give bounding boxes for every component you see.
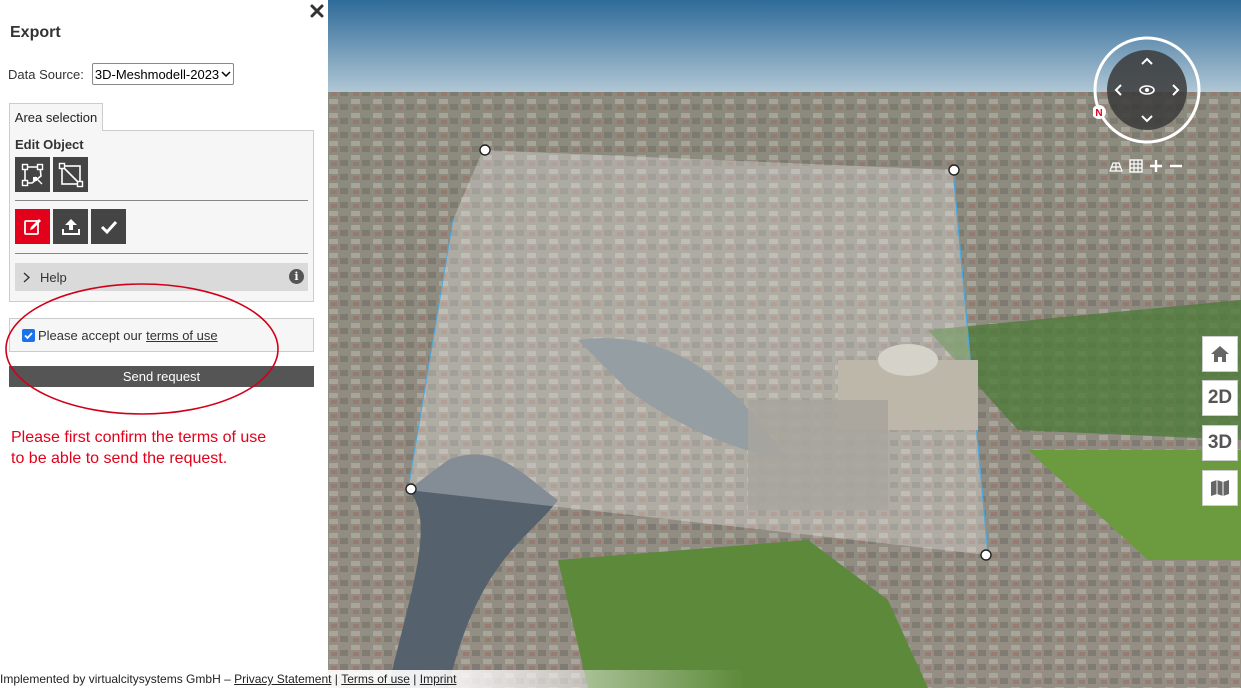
footer-credit: Implemented by virtualcitysystems GmbH – xyxy=(0,672,235,686)
upload-button[interactable] xyxy=(53,209,88,244)
view-3d-button[interactable]: 3D xyxy=(1202,425,1238,461)
upload-icon xyxy=(61,218,80,235)
separator xyxy=(15,200,308,201)
data-source-label: Data Source: xyxy=(8,66,84,82)
grid-icon[interactable] xyxy=(1128,158,1144,174)
draw-polygon-button[interactable] xyxy=(15,157,50,192)
chevron-down-icon xyxy=(221,71,231,78)
info-icon: i xyxy=(289,269,304,284)
polygon-draw-icon xyxy=(21,163,43,186)
draw-rectangle-button[interactable] xyxy=(53,157,88,192)
edit-icon xyxy=(23,218,41,235)
privacy-statement-link[interactable]: Privacy Statement xyxy=(234,672,331,686)
export-panel: Export Data Source: 3D-Meshmodell-2023 A… xyxy=(0,0,328,668)
panel-title: Export xyxy=(10,24,61,41)
tilt-icon[interactable] xyxy=(1108,158,1124,174)
checkmark-icon xyxy=(100,220,117,234)
edit-object-label: Edit Object xyxy=(15,137,84,152)
confirm-button[interactable] xyxy=(91,209,126,244)
home-icon xyxy=(1211,346,1229,362)
compass-north-label: N xyxy=(1095,108,1102,119)
map-tools xyxy=(1108,158,1184,174)
annotation-text: Please first confirm the terms of use to… xyxy=(11,427,311,469)
data-source-value: 3D-Meshmodell-2023 xyxy=(94,66,220,82)
annotation-line-2: to be able to send the request. xyxy=(11,450,228,467)
tab-area-selection[interactable]: Area selection xyxy=(9,103,103,131)
rectangle-draw-icon xyxy=(58,162,83,187)
map-layers-button[interactable] xyxy=(1202,470,1238,506)
footer-separator: | xyxy=(409,672,420,686)
view-2d-button[interactable]: 2D xyxy=(1202,380,1238,416)
close-icon[interactable] xyxy=(309,3,325,19)
map-3d-view[interactable]: N 2D 3D xyxy=(328,0,1241,688)
annotation-ellipse xyxy=(5,283,279,415)
zoom-in-icon[interactable] xyxy=(1148,158,1164,174)
footer-separator: | xyxy=(331,672,342,686)
annotation-line-1: Please first confirm the terms of use xyxy=(11,429,267,446)
chevron-right-icon xyxy=(23,271,30,283)
map-icon xyxy=(1211,480,1229,496)
navigation-compass[interactable]: N xyxy=(1093,36,1201,144)
area-selection-content: Edit Object Help i xyxy=(9,130,314,302)
zoom-out-icon[interactable] xyxy=(1168,158,1184,174)
home-button[interactable] xyxy=(1202,336,1238,372)
data-source-row: Data Source: 3D-Meshmodell-2023 xyxy=(8,63,235,85)
separator xyxy=(15,253,308,254)
imprint-link[interactable]: Imprint xyxy=(420,672,457,686)
data-source-select[interactable]: 3D-Meshmodell-2023 xyxy=(91,63,235,85)
footer: Implemented by virtualcitysystems GmbH –… xyxy=(0,670,1241,688)
edit-button[interactable] xyxy=(15,209,50,244)
footer-terms-link[interactable]: Terms of use xyxy=(341,672,410,686)
